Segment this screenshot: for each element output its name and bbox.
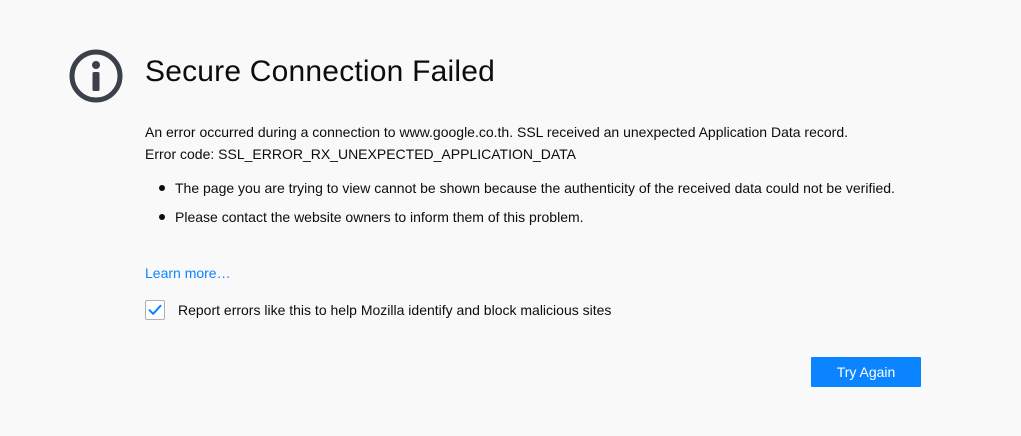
- info-icon: [68, 48, 124, 104]
- page-title: Secure Connection Failed: [145, 55, 496, 88]
- learn-more-link[interactable]: Learn more…: [145, 263, 231, 283]
- bullet-icon: [159, 214, 165, 220]
- list-item: Please contact the website owners to inf…: [145, 206, 905, 228]
- list-item-text: Please contact the website owners to inf…: [175, 209, 584, 225]
- report-errors-option: Report errors like this to help Mozilla …: [145, 298, 611, 322]
- bullet-icon: [159, 185, 165, 191]
- error-description: An error occurred during a connection to…: [145, 121, 945, 165]
- checkmark-icon: [148, 304, 162, 315]
- report-errors-checkbox[interactable]: [145, 300, 165, 320]
- error-details-list: The page you are trying to view cannot b…: [145, 177, 905, 235]
- error-message: An error occurred during a connection to…: [145, 124, 849, 140]
- list-item: The page you are trying to view cannot b…: [145, 177, 905, 199]
- report-errors-label: Report errors like this to help Mozilla …: [178, 302, 612, 318]
- try-again-button[interactable]: Try Again: [811, 357, 921, 387]
- list-item-text: The page you are trying to view cannot b…: [175, 180, 895, 196]
- error-code: Error code: SSL_ERROR_RX_UNEXPECTED_APPL…: [145, 146, 577, 162]
